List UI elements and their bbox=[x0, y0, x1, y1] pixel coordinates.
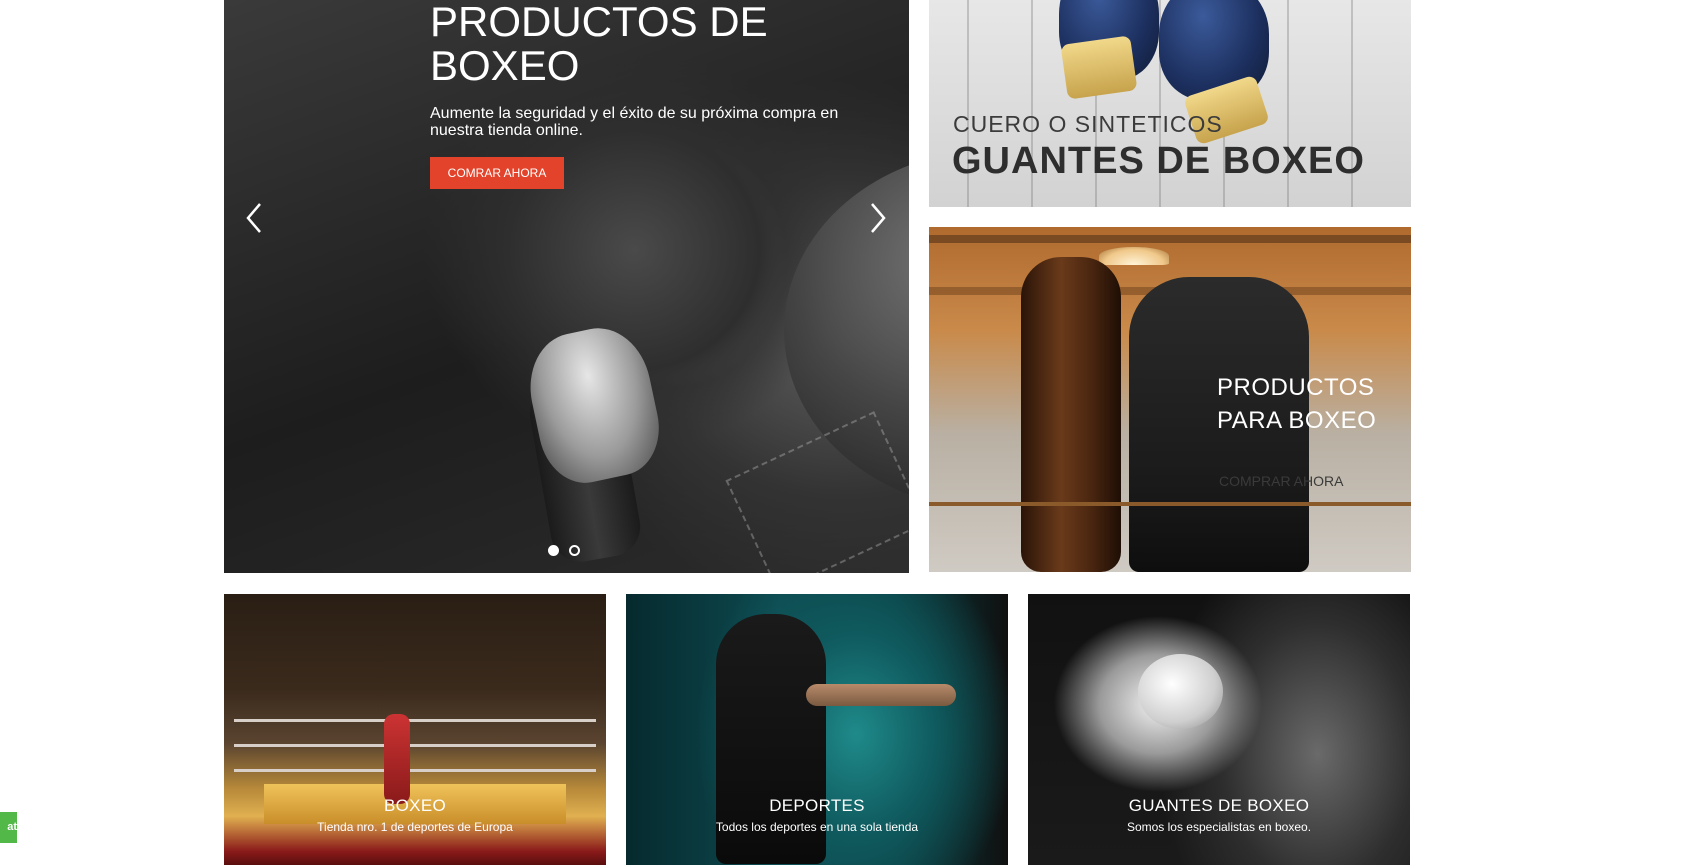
ceiling-lamp bbox=[1099, 247, 1169, 265]
boxing-products-shop-link[interactable]: COMPRAR AHORA bbox=[1219, 473, 1343, 489]
slider-dot-2[interactable] bbox=[569, 545, 580, 556]
category-tile-deportes[interactable]: DEPORTES Todos los deportes en una sola … bbox=[626, 594, 1008, 865]
tile-subtitle: Somos los especialistas en boxeo. bbox=[1126, 820, 1312, 834]
slider-next-button[interactable] bbox=[863, 200, 893, 236]
slider-pagination bbox=[548, 545, 580, 556]
ring-railing bbox=[929, 502, 1411, 506]
boxer-figure bbox=[384, 714, 410, 804]
tile-subtitle: Tienda nro. 1 de deportes de Europa bbox=[317, 820, 513, 834]
chevron-right-icon bbox=[871, 203, 886, 233]
slider-prev-button[interactable] bbox=[239, 200, 269, 236]
category-tile-boxeo[interactable]: BOXEO Tienda nro. 1 de deportes de Europ… bbox=[224, 594, 606, 865]
ceiling-beam bbox=[929, 235, 1411, 243]
ring-rope bbox=[234, 744, 596, 747]
boxer-arm bbox=[806, 684, 956, 706]
tile-subtitle: Todos los deportes en una sola tienda bbox=[715, 820, 919, 834]
chat-tab[interactable]: at bbox=[0, 812, 17, 843]
category-tile-guantes[interactable]: GUANTES DE BOXEO Somos los especialistas… bbox=[1028, 594, 1410, 865]
boxing-products-banner-title: PRODUCTOS PARA BOXEO bbox=[1217, 374, 1377, 434]
ring-rope bbox=[234, 719, 596, 722]
slider-dot-1[interactable] bbox=[548, 545, 559, 556]
gloves-banner-title: GUANTES DE BOXEO bbox=[952, 140, 1365, 182]
glove-left-cuff bbox=[1060, 35, 1138, 100]
hero-subtitle: Aumente la seguridad y el éxito de su pr… bbox=[430, 105, 839, 139]
tile-title: BOXEO bbox=[384, 796, 446, 815]
punching-bag-image bbox=[1021, 257, 1121, 572]
gloves-banner-kicker: CUERO O SINTETICOS bbox=[953, 111, 1223, 137]
chevron-left-icon bbox=[246, 203, 261, 233]
white-glove-image bbox=[1138, 654, 1223, 729]
hero-title: PRODUCTOS DE BOXEO bbox=[430, 0, 768, 89]
hero-shop-now-button[interactable]: COMRAR AHORA bbox=[430, 157, 564, 189]
tile-title: GUANTES DE BOXEO bbox=[1128, 796, 1310, 815]
tile-title: DEPORTES bbox=[769, 796, 865, 815]
ring-rope bbox=[234, 769, 596, 772]
